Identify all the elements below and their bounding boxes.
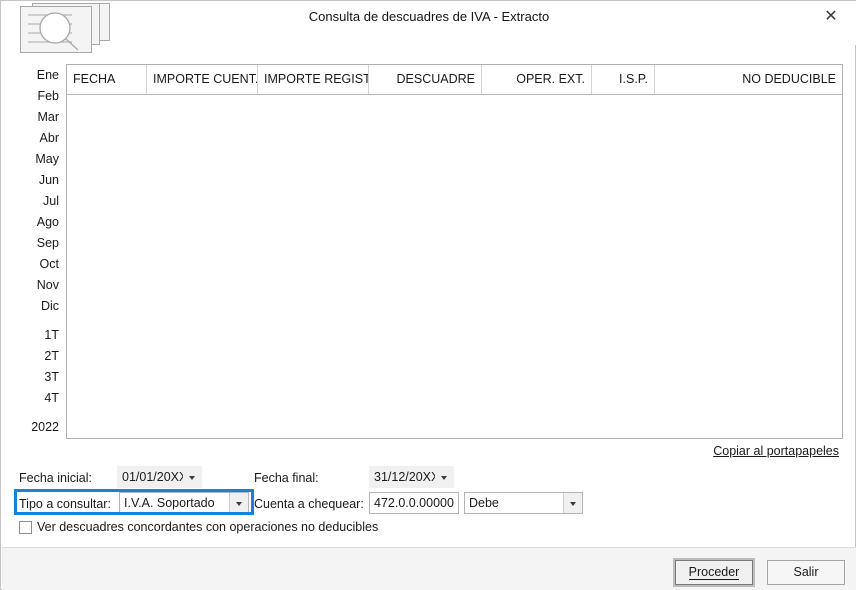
sidebar-item-jun[interactable]: Jun bbox=[15, 170, 63, 191]
window-title: Consulta de descuadres de IVA - Extracto bbox=[308, 9, 550, 24]
sidebar-item-mar[interactable]: Mar bbox=[15, 107, 63, 128]
grid-body[interactable] bbox=[67, 95, 842, 438]
sidebar-item-2022[interactable]: 2022 bbox=[15, 417, 63, 438]
sidebar-item-3t[interactable]: 3T bbox=[15, 367, 63, 388]
chevron-down-icon[interactable] bbox=[563, 493, 582, 513]
grid-column-header[interactable]: I.S.P. bbox=[592, 65, 655, 94]
sidebar-item-dic[interactable]: Dic bbox=[15, 296, 63, 317]
tipo-consultar-label: Tipo a consultar: bbox=[19, 497, 111, 511]
proceder-button-label: Proceder bbox=[688, 565, 740, 580]
sidebar-item-4t[interactable]: 4T bbox=[15, 388, 63, 409]
sidebar-item-oct[interactable]: Oct bbox=[15, 254, 63, 275]
grid-header-row: FECHA IMPORTE CUENT... IMPORTE REGIST... DE… bbox=[67, 65, 842, 95]
month-selector-sidebar: Ene Feb Mar Abr May Jun Jul Ago Sep Oct Nov Dic 1T 2T… bbox=[15, 65, 63, 441]
cuenta-chequear-input[interactable]: 472.0.0.00000 bbox=[369, 492, 459, 514]
close-icon[interactable]: ✕ bbox=[813, 3, 849, 31]
sidebar-item-2t[interactable]: 2T bbox=[15, 346, 63, 367]
tipo-consultar-value: I.V.A. Soportado bbox=[124, 496, 215, 510]
fecha-final-datepicker[interactable]: 31/12/20XX bbox=[369, 466, 454, 488]
title-bar: Consulta de descuadres de IVA - Extracto… bbox=[1, 1, 856, 53]
sidebar-item-feb[interactable]: Feb bbox=[15, 86, 63, 107]
grid-column-header[interactable]: IMPORTE REGIST... bbox=[258, 65, 369, 94]
grid-column-header[interactable]: FECHA bbox=[67, 65, 147, 94]
cuenta-chequear-value: 472.0.0.00000 bbox=[374, 496, 454, 510]
grid-column-header[interactable]: OPER. EXT. bbox=[482, 65, 592, 94]
chevron-down-icon[interactable] bbox=[435, 467, 453, 487]
grid-column-header[interactable]: DESCUADRE bbox=[369, 65, 482, 94]
salir-button[interactable]: Salir bbox=[767, 560, 845, 585]
fecha-inicial-datepicker[interactable]: 01/01/20XX bbox=[117, 466, 202, 488]
grid-column-header[interactable]: IMPORTE CUENT... bbox=[147, 65, 258, 94]
sidebar-item-1t[interactable]: 1T bbox=[15, 325, 63, 346]
sidebar-item-ene[interactable]: Ene bbox=[15, 65, 63, 86]
results-grid: FECHA IMPORTE CUENT... IMPORTE REGIST... DE… bbox=[66, 64, 843, 439]
fecha-inicial-label: Fecha inicial: bbox=[19, 471, 92, 485]
fecha-final-label: Fecha final: bbox=[254, 471, 319, 485]
debe-haber-select[interactable]: Debe bbox=[464, 492, 583, 514]
fecha-final-value: 31/12/20XX bbox=[374, 470, 440, 484]
sidebar-item-ago[interactable]: Ago bbox=[15, 212, 63, 233]
ver-descuadres-checkbox[interactable] bbox=[19, 520, 32, 534]
cuenta-chequear-label: Cuenta a chequear: bbox=[254, 497, 364, 511]
sidebar-item-may[interactable]: May bbox=[15, 149, 63, 170]
fecha-inicial-value: 01/01/20XX bbox=[122, 470, 188, 484]
proceder-button[interactable]: Proceder bbox=[673, 558, 755, 587]
sidebar-item-jul[interactable]: Jul bbox=[15, 191, 63, 212]
sidebar-item-abr[interactable]: Abr bbox=[15, 128, 63, 149]
chevron-down-icon[interactable] bbox=[183, 467, 201, 487]
ver-descuadres-checkbox-row[interactable]: Ver descuadres concordantes con operacio… bbox=[19, 518, 378, 536]
chevron-down-icon[interactable] bbox=[229, 493, 248, 513]
sidebar-item-sep[interactable]: Sep bbox=[15, 233, 63, 254]
sidebar-item-nov[interactable]: Nov bbox=[15, 275, 63, 296]
tipo-consultar-select[interactable]: I.V.A. Soportado bbox=[119, 492, 249, 514]
debe-haber-value: Debe bbox=[469, 496, 499, 510]
ver-descuadres-checkbox-label: Ver descuadres concordantes con operacio… bbox=[37, 520, 379, 534]
grid-column-header[interactable]: NO DEDUCIBLE bbox=[655, 65, 842, 94]
copy-to-clipboard-link[interactable]: Copiar al portapapeles bbox=[713, 444, 839, 458]
dialog-window: Consulta de descuadres de IVA - Extracto… bbox=[0, 0, 856, 590]
